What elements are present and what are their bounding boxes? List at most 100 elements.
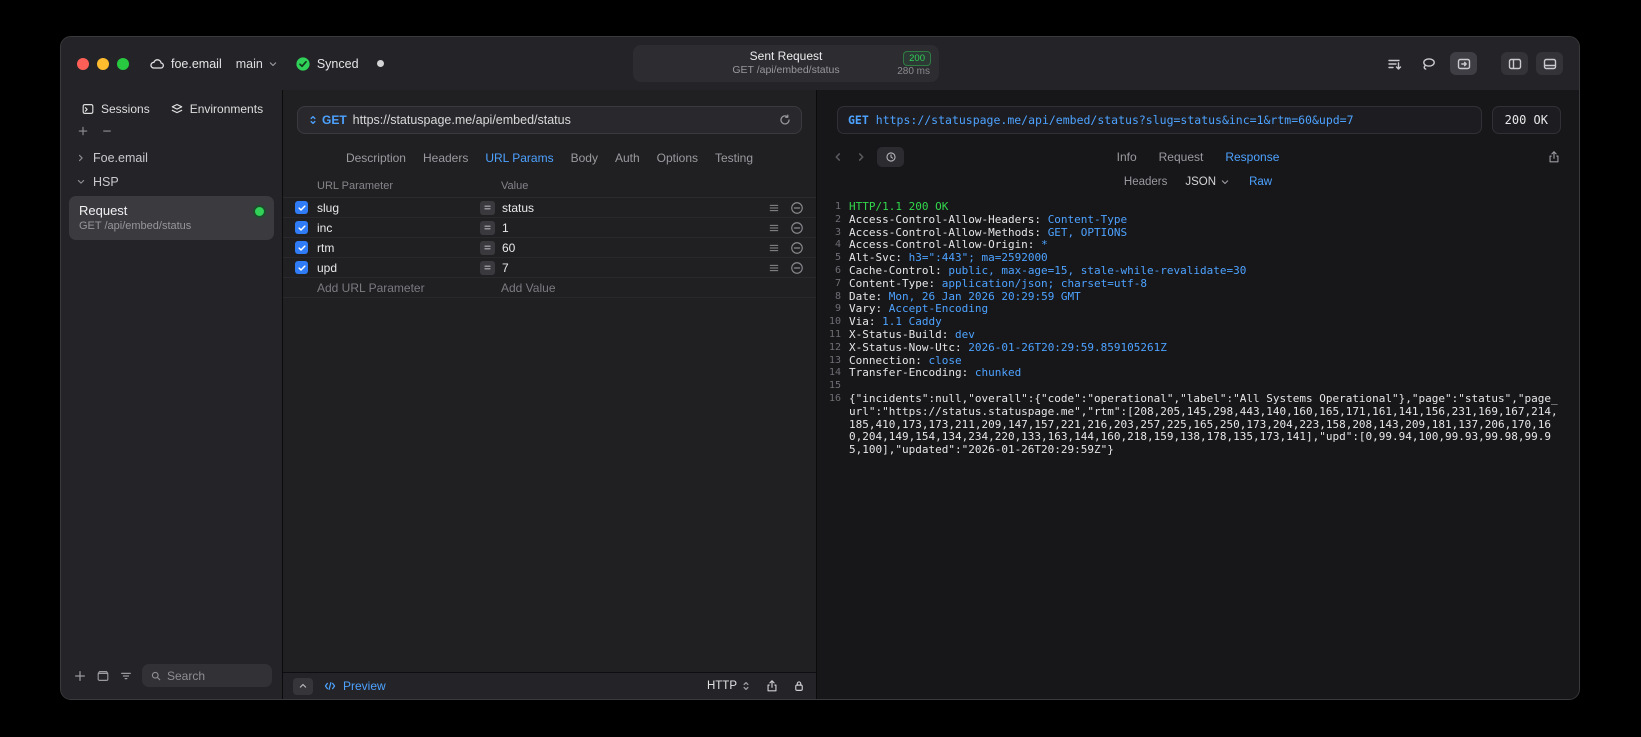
response-body[interactable]: 1 HTTP/1.1 200 OK 2 Access-Control-Allow… bbox=[817, 195, 1579, 699]
url-bar[interactable]: GET https://statuspage.me/api/embed/stat… bbox=[297, 106, 802, 134]
resend-request-button[interactable] bbox=[778, 113, 792, 127]
add-param-row[interactable]: Add URL Parameter Add Value bbox=[283, 278, 816, 298]
preview-button[interactable]: Preview bbox=[323, 679, 386, 693]
sidebar-footer bbox=[61, 656, 282, 699]
chevron-down-icon bbox=[1219, 176, 1231, 188]
tab-info[interactable]: Info bbox=[1117, 150, 1137, 164]
param-name[interactable]: upd bbox=[317, 261, 480, 275]
new-request-button[interactable] bbox=[73, 669, 87, 683]
swap-panels-button[interactable] bbox=[1450, 52, 1477, 75]
tab-sessions[interactable]: Sessions bbox=[81, 102, 150, 116]
protocol-label: HTTP bbox=[706, 680, 737, 692]
remove-param-button[interactable] bbox=[790, 261, 804, 275]
chevron-right-icon bbox=[75, 152, 87, 164]
tab-testing[interactable]: Testing bbox=[715, 151, 753, 165]
param-row[interactable]: upd 7 bbox=[283, 258, 816, 278]
lasso-button[interactable] bbox=[1415, 52, 1442, 75]
param-row[interactable]: rtm 60 bbox=[283, 238, 816, 258]
param-checkbox[interactable] bbox=[295, 241, 308, 254]
request-list-item-selected[interactable]: Request GET /api/embed/status bbox=[69, 196, 274, 240]
row-options-icon[interactable] bbox=[768, 262, 780, 274]
subtab-headers[interactable]: Headers bbox=[1124, 176, 1167, 188]
param-value[interactable]: 7 bbox=[502, 261, 768, 275]
param-name[interactable]: inc bbox=[317, 221, 480, 235]
param-value[interactable]: 60 bbox=[502, 241, 768, 255]
row-options-icon[interactable] bbox=[768, 202, 780, 214]
add-param-value-placeholder[interactable]: Add Value bbox=[501, 281, 556, 295]
row-options-icon[interactable] bbox=[768, 242, 780, 254]
environments-icon bbox=[170, 102, 184, 116]
response-pane: GET https://statuspage.me/api/embed/stat… bbox=[817, 90, 1579, 699]
bottombar-layout-icon bbox=[1542, 56, 1558, 72]
export-button[interactable] bbox=[765, 679, 779, 693]
param-checkbox[interactable] bbox=[295, 261, 308, 274]
sort-button[interactable] bbox=[1380, 52, 1407, 75]
history-button[interactable] bbox=[877, 147, 904, 167]
add-item-button[interactable] bbox=[77, 125, 89, 137]
sync-status[interactable]: Synced bbox=[295, 56, 359, 72]
line-code: Vary: Accept-Encoding bbox=[849, 302, 989, 316]
tab-environments[interactable]: Environments bbox=[170, 102, 263, 116]
history-forward-button[interactable] bbox=[854, 150, 868, 164]
refresh-icon bbox=[778, 113, 792, 127]
remove-param-button[interactable] bbox=[790, 241, 804, 255]
param-value[interactable]: status bbox=[502, 201, 768, 215]
param-row[interactable]: inc 1 bbox=[283, 218, 816, 238]
project-switcher[interactable]: foe.email bbox=[149, 56, 222, 72]
url-input[interactable]: https://statuspage.me/api/embed/status bbox=[353, 113, 772, 127]
toggle-bottombar-button[interactable] bbox=[1536, 52, 1563, 75]
response-line: 14 Transfer-Encoding: chunked bbox=[823, 366, 1563, 380]
builder-tabs: Description Headers URL Params Body Auth… bbox=[283, 142, 816, 174]
request-summary[interactable]: Sent Request GET /api/embed/status 200 2… bbox=[633, 45, 939, 82]
row-options-icon[interactable] bbox=[768, 222, 780, 234]
param-row[interactable]: slug status bbox=[283, 198, 816, 218]
tab-body[interactable]: Body bbox=[571, 151, 598, 165]
sort-lines-icon bbox=[1386, 56, 1402, 72]
tab-options[interactable]: Options bbox=[657, 151, 698, 165]
param-name[interactable]: rtm bbox=[317, 241, 480, 255]
param-name[interactable]: slug bbox=[317, 201, 480, 215]
sent-request-line[interactable]: GET https://statuspage.me/api/embed/stat… bbox=[837, 106, 1482, 134]
search-icon bbox=[150, 670, 162, 682]
remove-item-button[interactable] bbox=[101, 125, 113, 137]
chevron-down-icon bbox=[75, 176, 87, 188]
check-icon bbox=[297, 263, 307, 273]
add-param-name-placeholder[interactable]: Add URL Parameter bbox=[317, 281, 501, 295]
param-checkbox[interactable] bbox=[295, 221, 308, 234]
remove-param-button[interactable] bbox=[790, 201, 804, 215]
tab-url-params[interactable]: URL Params bbox=[485, 151, 553, 165]
tab-description[interactable]: Description bbox=[346, 151, 406, 165]
zoom-window-button[interactable] bbox=[117, 57, 129, 70]
lock-button[interactable] bbox=[792, 679, 806, 693]
param-checkbox[interactable] bbox=[295, 201, 308, 214]
search-input[interactable] bbox=[167, 668, 263, 683]
tree-item-label: Foe.email bbox=[93, 151, 148, 165]
tree-item-foe-email[interactable]: Foe.email bbox=[69, 146, 274, 170]
subtab-raw[interactable]: Raw bbox=[1249, 176, 1272, 188]
new-group-button[interactable] bbox=[96, 669, 110, 683]
tab-auth[interactable]: Auth bbox=[615, 151, 640, 165]
sidebar-search[interactable] bbox=[142, 664, 272, 687]
remove-param-button[interactable] bbox=[790, 221, 804, 235]
tree-item-hsp[interactable]: HSP bbox=[69, 170, 274, 194]
export-response-button[interactable] bbox=[1547, 150, 1561, 164]
history-back-button[interactable] bbox=[831, 150, 845, 164]
minimize-window-button[interactable] bbox=[97, 57, 109, 70]
tab-headers[interactable]: Headers bbox=[423, 151, 468, 165]
branch-selector[interactable]: main bbox=[236, 57, 279, 71]
toggle-sidebar-button[interactable] bbox=[1501, 52, 1528, 75]
expand-editor-button[interactable] bbox=[293, 677, 313, 695]
lasso-icon bbox=[1421, 56, 1437, 72]
line-number: 9 bbox=[834, 303, 841, 315]
sent-method-label: GET bbox=[848, 113, 869, 127]
line-number: 10 bbox=[828, 316, 841, 328]
tab-response[interactable]: Response bbox=[1225, 150, 1279, 164]
tab-request[interactable]: Request bbox=[1159, 150, 1204, 164]
sidebar-tabs: Sessions Environments bbox=[61, 90, 282, 122]
list-options-button[interactable] bbox=[119, 669, 133, 683]
method-selector[interactable]: GET bbox=[307, 113, 347, 127]
subtab-json[interactable]: JSON bbox=[1185, 176, 1231, 188]
param-value[interactable]: 1 bbox=[502, 221, 768, 235]
close-window-button[interactable] bbox=[77, 57, 89, 70]
protocol-selector[interactable]: HTTP bbox=[707, 680, 752, 692]
